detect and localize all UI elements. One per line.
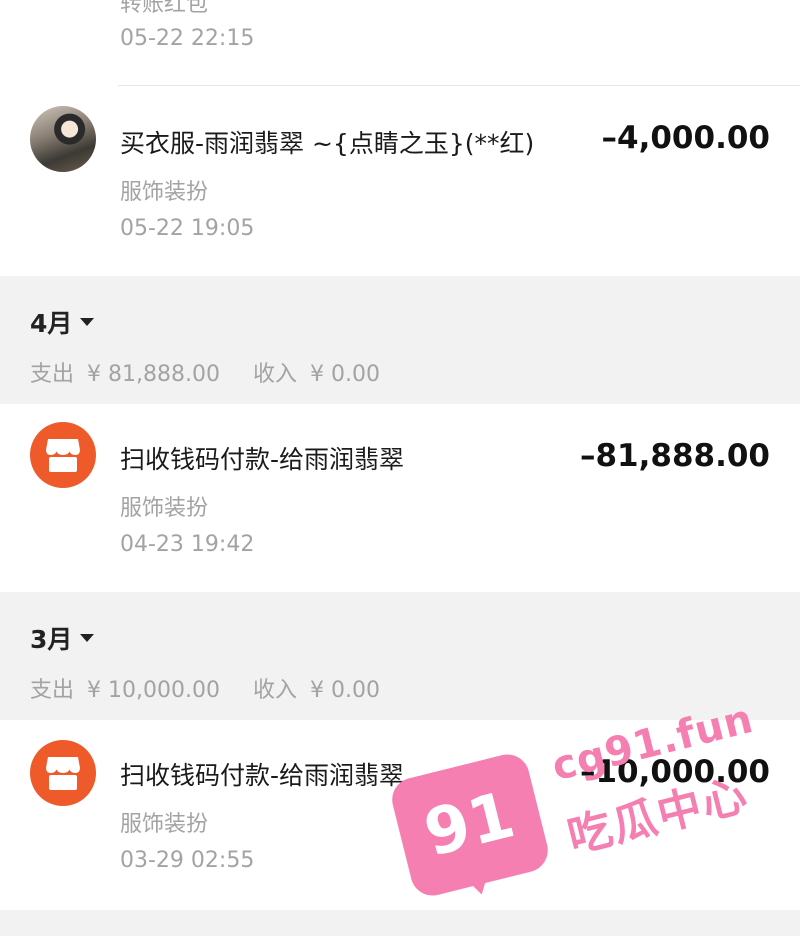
transaction-category: 服饰装扮 xyxy=(120,180,209,205)
transaction-amount: –81,888.00 xyxy=(579,438,770,474)
month-label: 4月 xyxy=(30,309,73,338)
transaction-row[interactable]: 扫收钱码付款-给雨润翡翠 –81,888.00 服饰装扮 04-23 19:42 xyxy=(0,404,800,592)
transaction-title: 扫收钱码付款-给雨润翡翠 xyxy=(120,445,405,474)
transaction-category: 服饰装扮 xyxy=(120,812,209,837)
income-label: 收入 xyxy=(252,362,297,387)
store-icon xyxy=(30,422,96,488)
caret-down-icon xyxy=(80,318,95,326)
expense-label: 支出 xyxy=(30,678,75,703)
income-value: ¥ 0.00 xyxy=(310,678,380,703)
watermark: 91 cg91.fun 吃瓜中心 xyxy=(380,680,800,920)
transaction-time: 03-29 02:55 xyxy=(120,848,255,873)
transaction-time: 05-22 22:15 xyxy=(120,26,255,51)
expense-label: 支出 xyxy=(30,362,75,387)
transaction-category: 服饰装扮 xyxy=(120,496,209,521)
month-summary: 支出 ¥ 81,888.00 收入 ¥ 0.00 xyxy=(30,356,386,388)
month-summary: 支出 ¥ 10,000.00 收入 ¥ 0.00 xyxy=(30,672,386,704)
month-label: 3月 xyxy=(30,625,73,654)
caret-down-icon xyxy=(80,634,95,642)
month-selector[interactable]: 4月 xyxy=(30,304,95,340)
month-selector[interactable]: 3月 xyxy=(30,620,95,656)
avatar xyxy=(30,106,96,172)
transaction-title: 买衣服-雨润翡翠 ~{点睛之玉}(**红) xyxy=(120,129,535,158)
expense-value: ¥ 10,000.00 xyxy=(87,678,220,703)
income-label: 收入 xyxy=(252,678,297,703)
transaction-row[interactable]: 买衣服-雨润翡翠 ~{点睛之玉}(**红) –4,000.00 服饰装扮 05-… xyxy=(0,86,800,276)
transaction-title: 扫收钱码付款-给雨润翡翠 xyxy=(120,761,405,790)
expense-value: ¥ 81,888.00 xyxy=(87,362,220,387)
transaction-amount: –4,000.00 xyxy=(601,120,770,156)
store-icon xyxy=(30,740,96,806)
income-value: ¥ 0.00 xyxy=(310,362,380,387)
transaction-time: 05-22 19:05 xyxy=(120,216,255,241)
month-header[interactable]: 4月 支出 ¥ 81,888.00 收入 ¥ 0.00 xyxy=(0,276,800,404)
transaction-time: 04-23 19:42 xyxy=(120,532,255,557)
transaction-title: 转账红包 xyxy=(120,0,209,17)
transaction-row[interactable]: 转账红包 05-22 22:15 xyxy=(0,0,800,86)
